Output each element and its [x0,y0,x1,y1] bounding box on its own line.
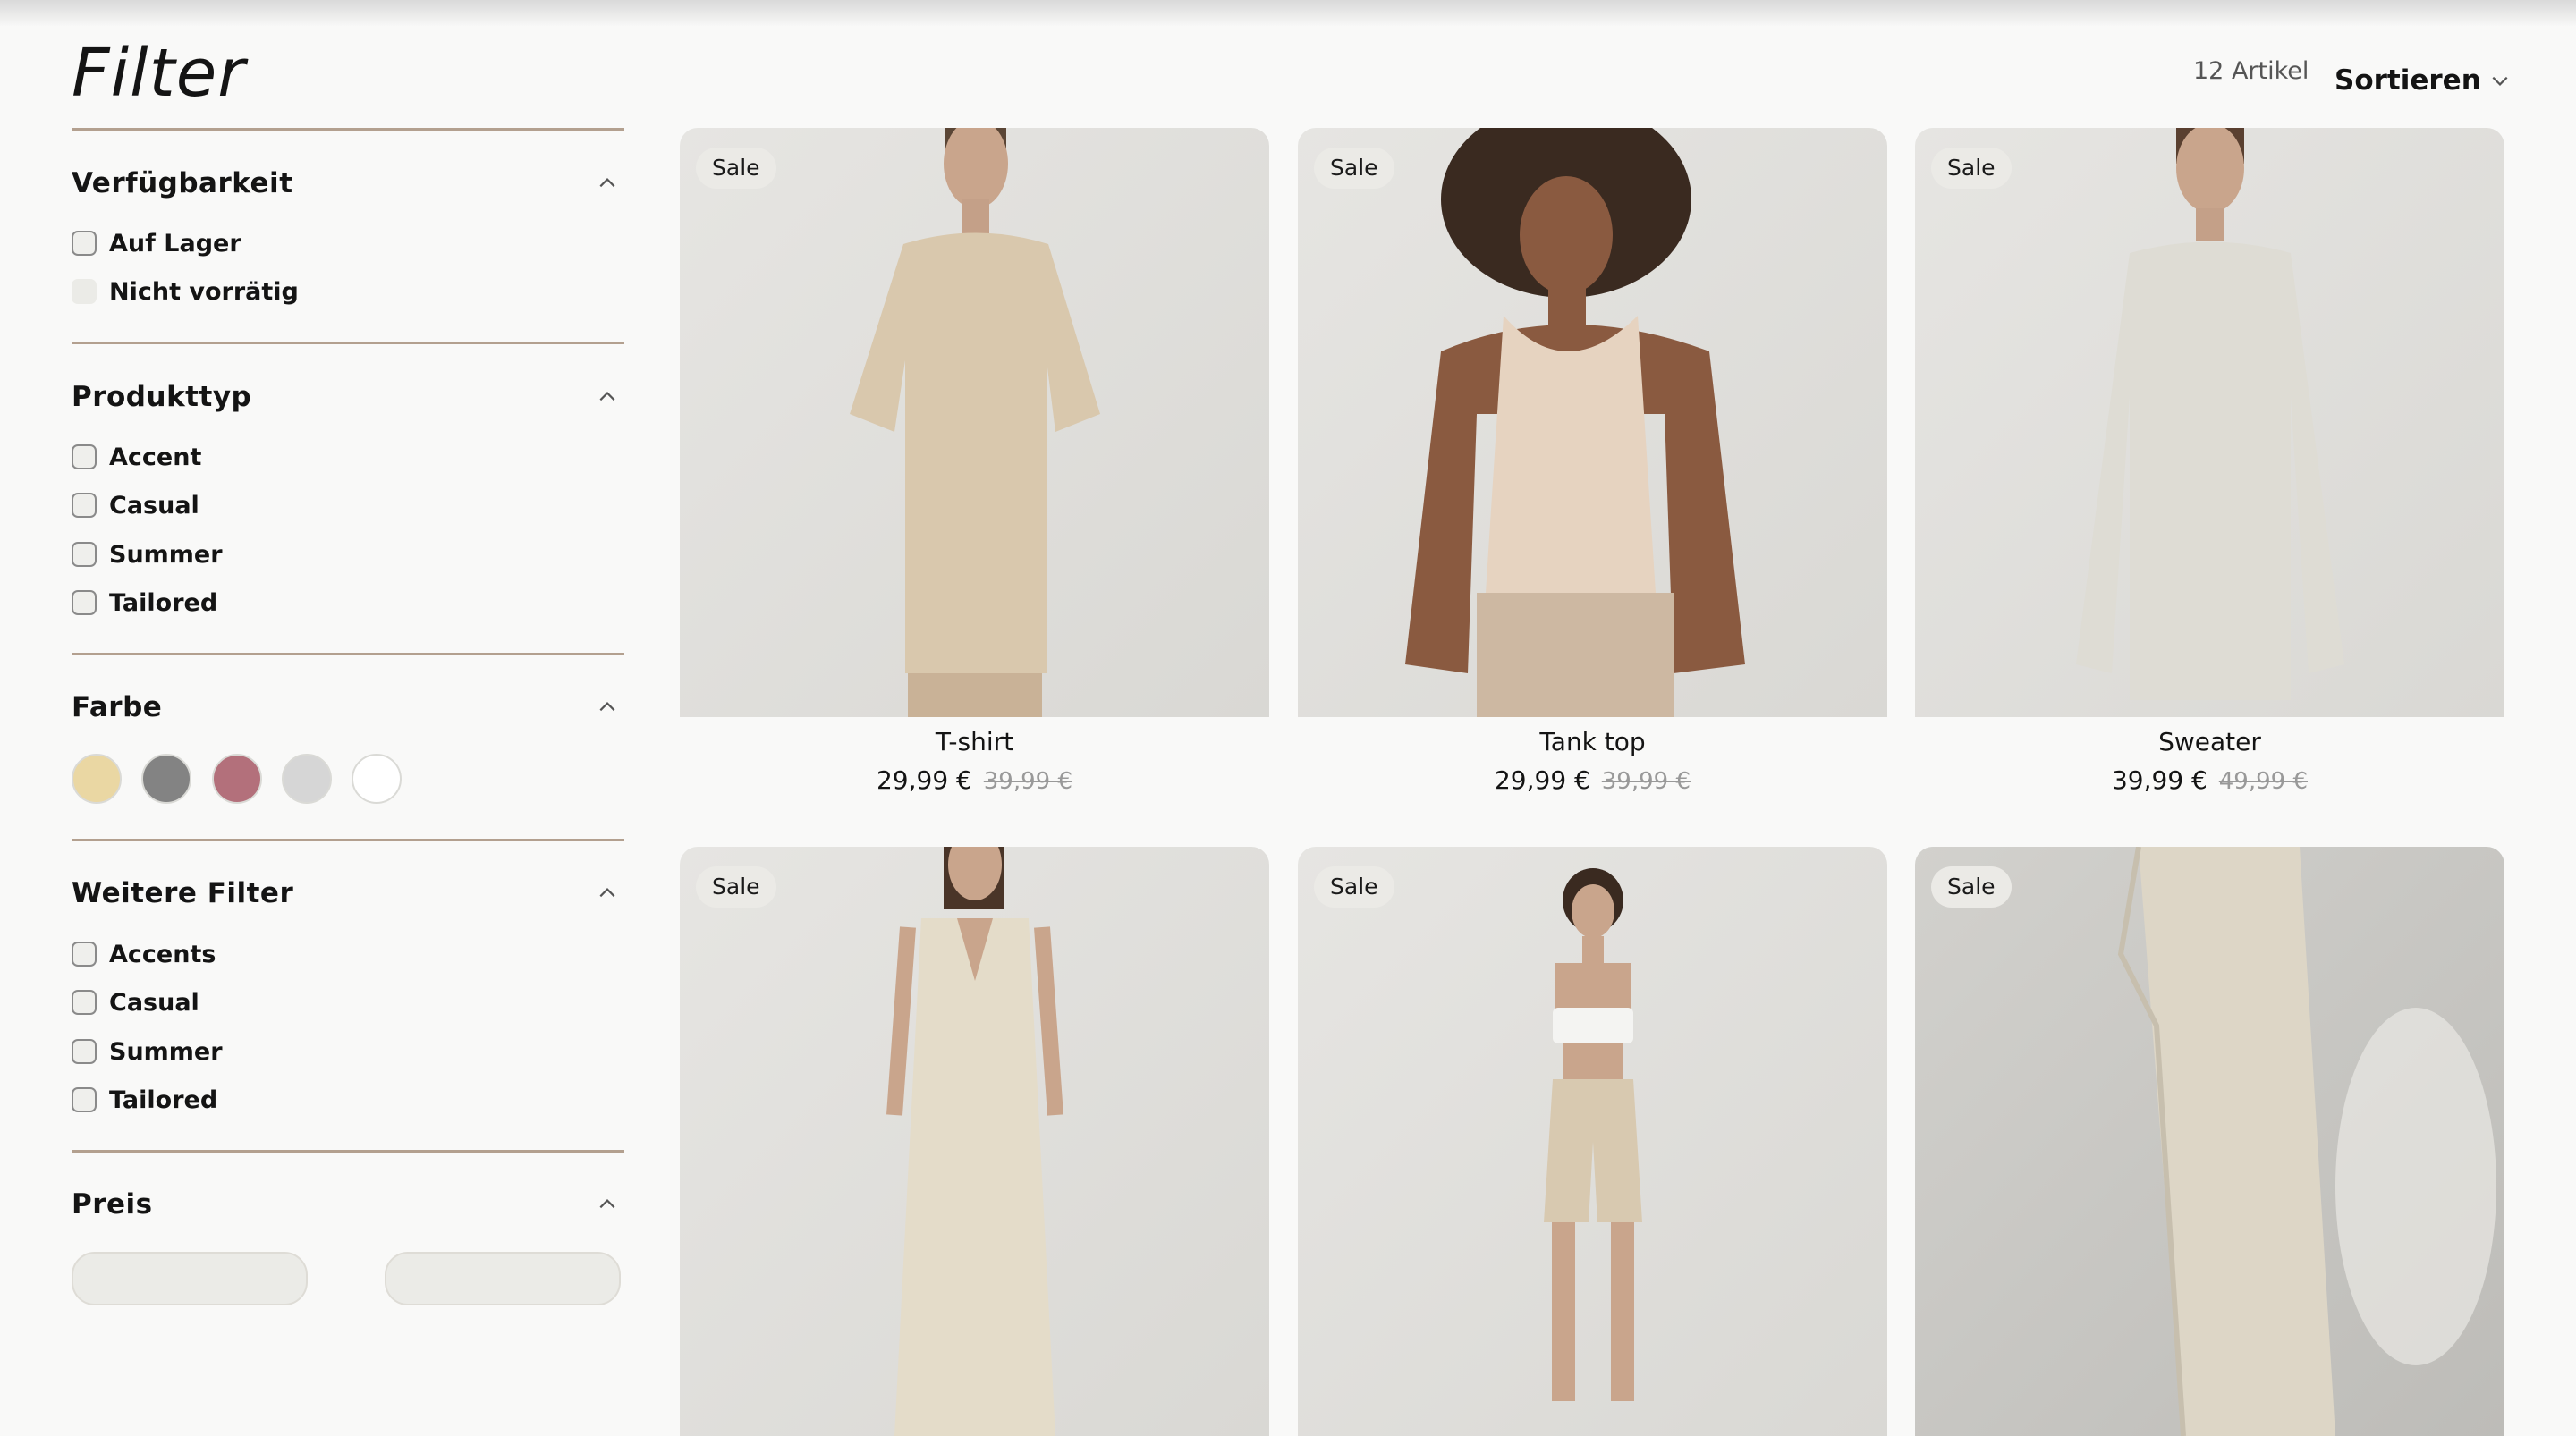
filter-option-summer-more[interactable]: Summer [72,1034,223,1069]
sale-badge: Sale [696,148,776,189]
sale-badge: Sale [696,866,776,908]
checkbox[interactable] [72,493,97,518]
model-tanktop-photo [1405,128,1745,717]
sale-badge: Sale [1314,148,1394,189]
color-swatch-rose[interactable] [212,754,262,804]
sort-label: Sortieren [2334,64,2481,97]
filter-section-title: Preis [72,1188,153,1221]
color-swatch-light-gray[interactable] [282,754,332,804]
price-max-input[interactable] [385,1252,621,1305]
model-tshirt-photo[interactable]: Sale [680,128,1269,717]
option-label: Accents [109,940,216,968]
filter-option-tailored[interactable]: Tailored [72,585,217,621]
product-name[interactable]: Sweater [1915,726,2504,758]
original-price: 49,99 € [2218,768,2309,795]
option-label: Tailored [109,1085,218,1114]
color-swatch-gray[interactable] [141,754,191,804]
option-label: Summer [109,1037,223,1066]
product-name[interactable]: Tank top [1298,726,1887,758]
sale-badge: Sale [1314,866,1394,908]
checkbox[interactable] [72,1087,97,1112]
model-tanktop-photo[interactable]: Sale [1298,128,1887,717]
item-count: 12 Artikel [2193,57,2309,85]
filter-option-summer[interactable]: Summer [72,536,223,572]
option-label: Summer [109,540,223,569]
model-dress-photo [886,847,1063,1436]
color-swatch-white[interactable] [352,754,402,804]
checkbox[interactable] [72,279,97,304]
model-dress-photo[interactable]: Sale [680,847,1269,1436]
current-price: 29,99 € [876,765,972,795]
product-card[interactable]: Sale [1915,847,2504,1436]
top-shadow [0,0,2576,27]
checkbox[interactable] [72,444,97,469]
product-price: 39,99 € 49,99 € [1915,764,2504,798]
model-sweater-photo[interactable]: Sale [1915,128,2504,717]
checkbox[interactable] [72,990,97,1015]
divider [72,839,624,841]
divider [72,1150,624,1153]
filter-section-title: Produkttyp [72,381,252,413]
filter-option-accent[interactable]: Accent [72,439,201,475]
sort-dropdown[interactable]: Sortieren [2334,64,2510,97]
chevron-up-icon[interactable] [597,883,617,903]
sale-badge: Sale [1931,866,2012,908]
chevron-up-icon[interactable] [597,173,617,193]
product-card[interactable]: Sale [1298,847,1887,1436]
checkbox[interactable] [72,1039,97,1064]
divider [72,128,624,131]
filter-section-title: Verfügbarkeit [72,167,293,199]
product-card[interactable]: Sale T-shirt 29,99 € 39,99 € [680,128,1269,798]
filter-title: Filter [72,35,246,112]
current-price: 29,99 € [1494,765,1590,795]
filter-option-out-of-stock[interactable]: Nicht vorrätig [72,274,299,309]
original-price: 39,99 € [1601,768,1691,795]
current-price: 39,99 € [2111,765,2207,795]
chevron-up-icon[interactable] [597,387,617,407]
filter-option-accents[interactable]: Accents [72,936,216,972]
option-label: Casual [109,491,199,519]
option-label: Auf Lager [109,229,242,258]
checkbox[interactable] [72,231,97,256]
product-card[interactable]: Sale Tank top 29,99 € 39,99 € [1298,128,1887,798]
model-shorts-photo [1544,868,1642,1401]
option-label: Casual [109,988,199,1017]
sale-badge: Sale [1931,148,2012,189]
chevron-up-icon[interactable] [597,1195,617,1214]
filter-section-price-header[interactable]: Preis [72,1184,624,1225]
model-shorts-photo[interactable]: Sale [1298,847,1887,1436]
model-trousers-photo [2117,847,2496,1436]
model-tshirt-photo [850,128,1100,717]
chevron-down-icon[interactable] [2490,71,2510,90]
product-name[interactable]: T-shirt [680,726,1269,758]
divider [72,342,624,344]
option-label: Tailored [109,588,218,617]
filter-section-title: Weitere Filter [72,877,294,909]
model-trousers-photo[interactable]: Sale [1915,847,2504,1436]
original-price: 39,99 € [983,768,1073,795]
option-label: Accent [109,443,202,471]
product-card[interactable]: Sale Sweater 39,99 € 49,99 € [1915,128,2504,798]
divider [72,653,624,655]
product-price: 29,99 € 39,99 € [680,764,1269,798]
filter-section-product-type-header[interactable]: Produkttyp [72,376,624,418]
product-price: 29,99 € 39,99 € [1298,764,1887,798]
chevron-up-icon[interactable] [597,697,617,717]
checkbox[interactable] [72,942,97,967]
checkbox[interactable] [72,542,97,567]
filter-section-color-header[interactable]: Farbe [72,687,624,728]
product-card[interactable]: Sale [680,847,1269,1436]
model-sweater-photo [2076,128,2344,700]
color-swatch-beige[interactable] [72,754,122,804]
checkbox[interactable] [72,590,97,615]
filter-option-tailored-more[interactable]: Tailored [72,1082,217,1118]
price-min-input[interactable] [72,1252,308,1305]
filter-section-title: Farbe [72,691,163,723]
filter-section-availability-header[interactable]: Verfügbarkeit [72,163,624,204]
filter-option-casual[interactable]: Casual [72,487,199,523]
filter-section-more-header[interactable]: Weitere Filter [72,873,624,914]
filter-option-in-stock[interactable]: Auf Lager [72,225,242,261]
filter-option-casual-more[interactable]: Casual [72,984,199,1020]
option-label: Nicht vorrätig [109,277,299,306]
